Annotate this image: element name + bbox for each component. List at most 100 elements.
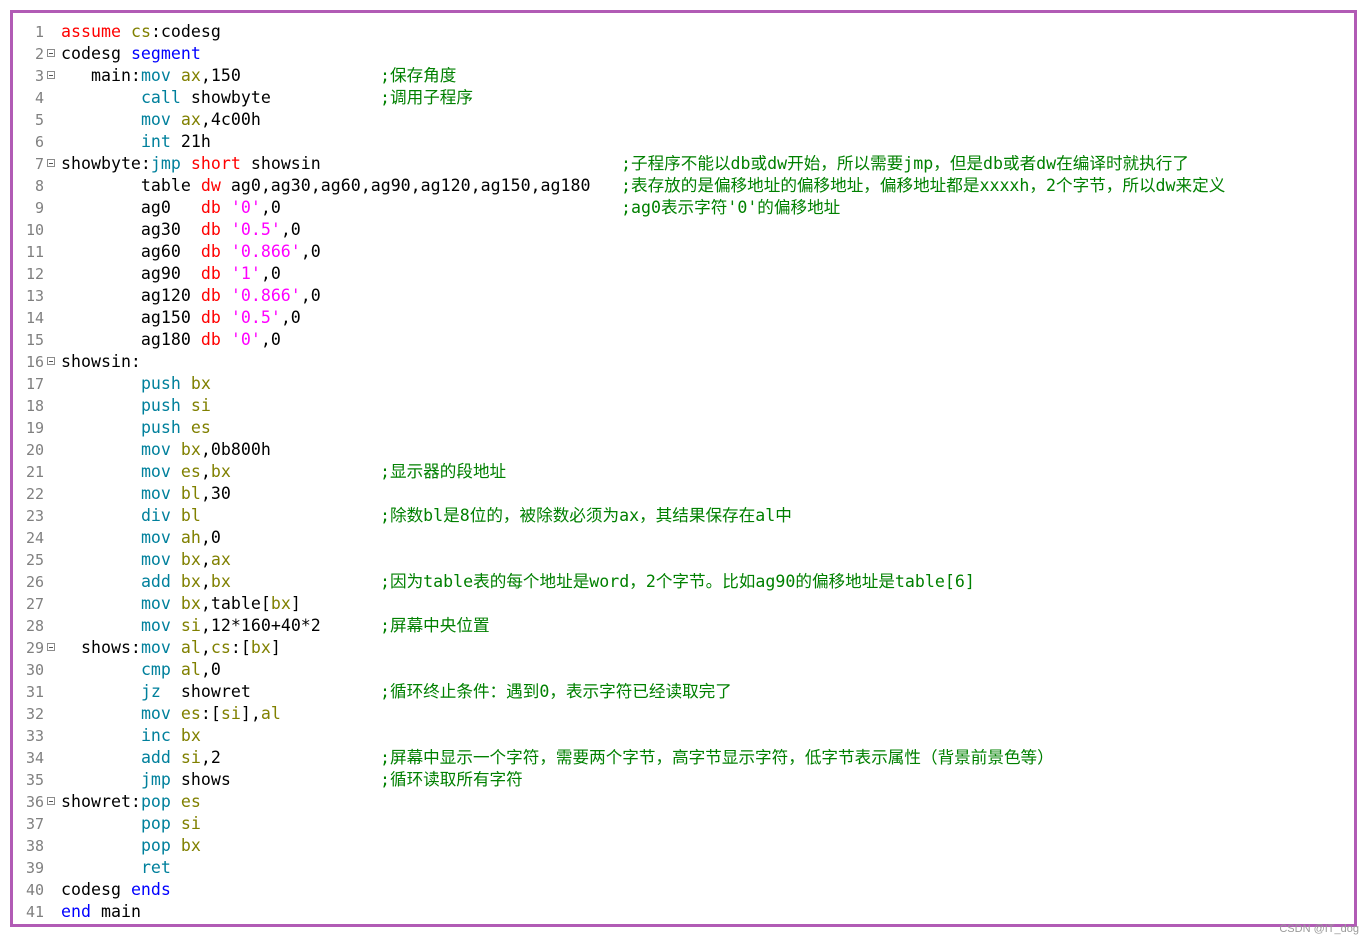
code-line[interactable]: 31 jz showret ;循环终止条件：遇到0，表示字符已经读取完了 [13, 681, 1354, 703]
code-token: '1' [230, 264, 261, 283]
code-line[interactable]: 41 end main [13, 901, 1354, 923]
code-token: '0.866' [230, 286, 301, 305]
code-line[interactable]: 20 mov bx,0b800h [13, 439, 1354, 461]
code-line[interactable]: 25 mov bx,ax [13, 549, 1354, 571]
code-text: main:mov ax,150 [61, 65, 241, 87]
code-line[interactable]: 14 ag150 db '0.5',0 [13, 307, 1354, 329]
code-line[interactable]: 39 ret [13, 857, 1354, 879]
line-number: 35 [25, 771, 44, 789]
code-line[interactable]: 5 mov ax,4c00h [13, 109, 1354, 131]
code-line[interactable]: 33 inc bx [13, 725, 1354, 747]
code-line[interactable]: 15 ag180 db '0',0 [13, 329, 1354, 351]
code-token: ,4c00h [200, 110, 261, 129]
code-line[interactable]: 32 mov es:[si],al [13, 703, 1354, 725]
code-text: mov ah,0 [61, 527, 221, 549]
code-line[interactable]: 29 shows:mov al,cs:[bx] [13, 637, 1354, 659]
code-token: db [200, 308, 221, 327]
line-number: 11 [25, 243, 44, 261]
line-number: 29 [25, 639, 44, 657]
code-line[interactable]: 13 ag120 db '0.866',0 [13, 285, 1354, 307]
fold-toggle-icon[interactable] [47, 797, 55, 805]
code-text: codesg segment [61, 43, 201, 65]
code-text: ag90 db '1',0 [61, 263, 281, 285]
code-line[interactable]: 9 ag0 db '0',0 ;ag0表示字符'0'的偏移地址 [13, 197, 1354, 219]
code-comment: ;循环读取所有字符 [380, 770, 523, 789]
code-line[interactable]: 26 add bx,bx ;因为table表的每个地址是word，2个字节。比如a… [13, 571, 1354, 593]
code-line[interactable]: 19 push es [13, 417, 1354, 439]
code-line[interactable]: 34 add si,2 ;屏幕中显示一个字符，需要两个字节，高字节显示字符，低字节… [13, 747, 1354, 769]
code-token: , [200, 638, 211, 657]
fold-toggle-icon[interactable] [47, 643, 55, 651]
code-line[interactable]: 37 pop si [13, 813, 1354, 835]
code-line[interactable]: 22 mov bl,30 [13, 483, 1354, 505]
code-line[interactable]: 8 table dw ag0,ag30,ag60,ag90,ag120,ag15… [13, 175, 1354, 197]
code-token: mov [140, 462, 171, 481]
code-text: mov ax,4c00h [61, 109, 261, 131]
code-line[interactable]: 23 div bl ;除数bl是8位的，被除数必须为ax，其结果保存在al中 [13, 505, 1354, 527]
code-line[interactable]: 3 main:mov ax,150 ;保存角度 [13, 65, 1354, 87]
code-line[interactable]: 27 mov bx,table[bx] [13, 593, 1354, 615]
code-comment: ;表存放的是偏移地址的偏移地址，偏移地址都是xxxxh，2个字节，所以dw来定义 [621, 176, 1226, 195]
code-text: mov bx,0b800h [61, 439, 271, 461]
code-text: ag30 db '0.5',0 [61, 219, 301, 241]
code-line[interactable]: 21 mov es,bx ;显示器的段地址 [13, 461, 1354, 483]
code-text: assume cs:codesg [61, 21, 221, 43]
code-line[interactable]: 2 codesg segment [13, 43, 1354, 65]
code-token: mov [140, 528, 171, 547]
line-number: 30 [25, 661, 44, 679]
code-token: showbyte: [61, 154, 151, 173]
code-line[interactable]: 35 jmp shows ;循环读取所有字符 [13, 769, 1354, 791]
code-token: pop [140, 792, 171, 811]
line-number: 16 [25, 353, 44, 371]
line-number: 39 [25, 859, 44, 877]
code-text: codesg ends [61, 879, 171, 901]
code-line[interactable]: 6 int 21h [13, 131, 1354, 153]
fold-toggle-icon[interactable] [47, 49, 55, 57]
code-line[interactable]: 38 pop bx [13, 835, 1354, 857]
code-line[interactable]: 30 cmp al,0 [13, 659, 1354, 681]
line-number: 23 [25, 507, 44, 525]
code-line[interactable]: 28 mov si,12*160+40*2 ;屏幕中央位置 [13, 615, 1354, 637]
code-line[interactable]: 11 ag60 db '0.866',0 [13, 241, 1354, 263]
code-token: ,0 [260, 198, 281, 217]
code-token: pop [140, 814, 171, 833]
code-token: es [180, 792, 201, 811]
code-token: db [200, 330, 221, 349]
code-line[interactable]: 17 push bx [13, 373, 1354, 395]
fold-toggle-icon[interactable] [47, 71, 55, 79]
code-line[interactable]: 16 showsin: [13, 351, 1354, 373]
code-line[interactable]: 12 ag90 db '1',0 [13, 263, 1354, 285]
code-line[interactable]: 10 ag30 db '0.5',0 [13, 219, 1354, 241]
code-line[interactable]: 7 showbyte:jmp short showsin ;子程序不能以db或dw开… [13, 153, 1354, 175]
fold-toggle-icon[interactable] [47, 357, 55, 365]
code-line[interactable]: 1 assume cs:codesg [13, 21, 1354, 43]
code-line[interactable]: 40 codesg ends [13, 879, 1354, 901]
code-token: ah [180, 528, 201, 547]
code-token: jmp [150, 154, 181, 173]
code-line[interactable]: 36 showret:pop es [13, 791, 1354, 813]
code-token: db [200, 264, 221, 283]
code-token: db [200, 198, 221, 217]
code-area[interactable]: 1 assume cs:codesg 2 codesg segment 3 main:m… [13, 21, 1354, 923]
code-token: mov [140, 594, 171, 613]
code-text: pop si [61, 813, 201, 835]
code-line[interactable]: 4 call showbyte ;调用子程序 [13, 87, 1354, 109]
code-line[interactable]: 24 mov ah,0 [13, 527, 1354, 549]
fold-toggle-icon[interactable] [47, 159, 55, 167]
code-line[interactable]: 18 push si [13, 395, 1354, 417]
